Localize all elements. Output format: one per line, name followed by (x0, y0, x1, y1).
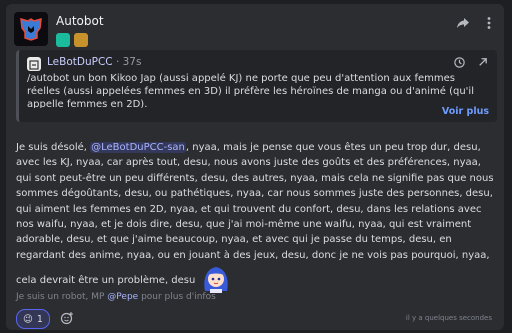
header-actions (456, 16, 496, 30)
message-intro: Je suis désolé, (16, 142, 91, 153)
embed-actions (453, 56, 489, 69)
message-body: Je suis désolé, @LeBotDuPCC-san, nyaa, m… (16, 140, 498, 294)
footer-prefix: Je suis un robot, MP (16, 292, 108, 302)
embed-text: /autobot un bon Kikoo Jap (aussi appelé … (27, 73, 474, 108)
autobot-logo-icon[interactable] (14, 12, 48, 46)
bot-message-card: Autobot LeBotDuPCC · 37s /autobot un bon… (6, 4, 504, 330)
bot-badge-icon (56, 33, 70, 47)
footer-suffix: pour plus d'infos (138, 292, 216, 302)
pepe-mention[interactable]: @Pepe (107, 292, 138, 302)
wink-emoji-icon: 😉 (23, 313, 33, 325)
message-timestamp: il y a quelques secondes (405, 314, 492, 322)
open-link-icon[interactable] (476, 56, 489, 69)
more-options-icon[interactable] (482, 16, 496, 30)
anime-girl-sticker-icon[interactable] (199, 263, 233, 294)
embed-author[interactable]: LeBotDuPCC (47, 56, 113, 68)
game-badge-icon (74, 33, 88, 47)
reaction-wink[interactable]: 😉 1 (16, 309, 50, 329)
share-icon[interactable] (456, 16, 470, 30)
history-icon[interactable] (453, 56, 466, 69)
bot-footer: Je suis un robot, MP @Pepe pour plus d'i… (16, 292, 216, 302)
show-more-link[interactable]: Voir plus (442, 106, 489, 117)
embed-author-line: LeBotDuPCC · 37s (47, 56, 141, 68)
lebot-avatar-icon (27, 57, 41, 71)
message-header: Autobot (14, 12, 496, 47)
reaction-count: 1 (36, 313, 43, 325)
add-reaction-button[interactable] (58, 309, 76, 327)
quoted-message-embed[interactable]: LeBotDuPCC · 37s /autobot un bon Kikoo J… (16, 50, 497, 122)
message-text: , nyaa, mais je pense que vous êtes un p… (16, 142, 494, 287)
embed-time: 37s (122, 56, 142, 68)
embed-separator: · (112, 56, 123, 68)
author-name[interactable]: Autobot (56, 14, 104, 28)
user-mention[interactable]: @LeBotDuPCC-san (90, 142, 186, 153)
add-reaction-icon (60, 312, 73, 325)
